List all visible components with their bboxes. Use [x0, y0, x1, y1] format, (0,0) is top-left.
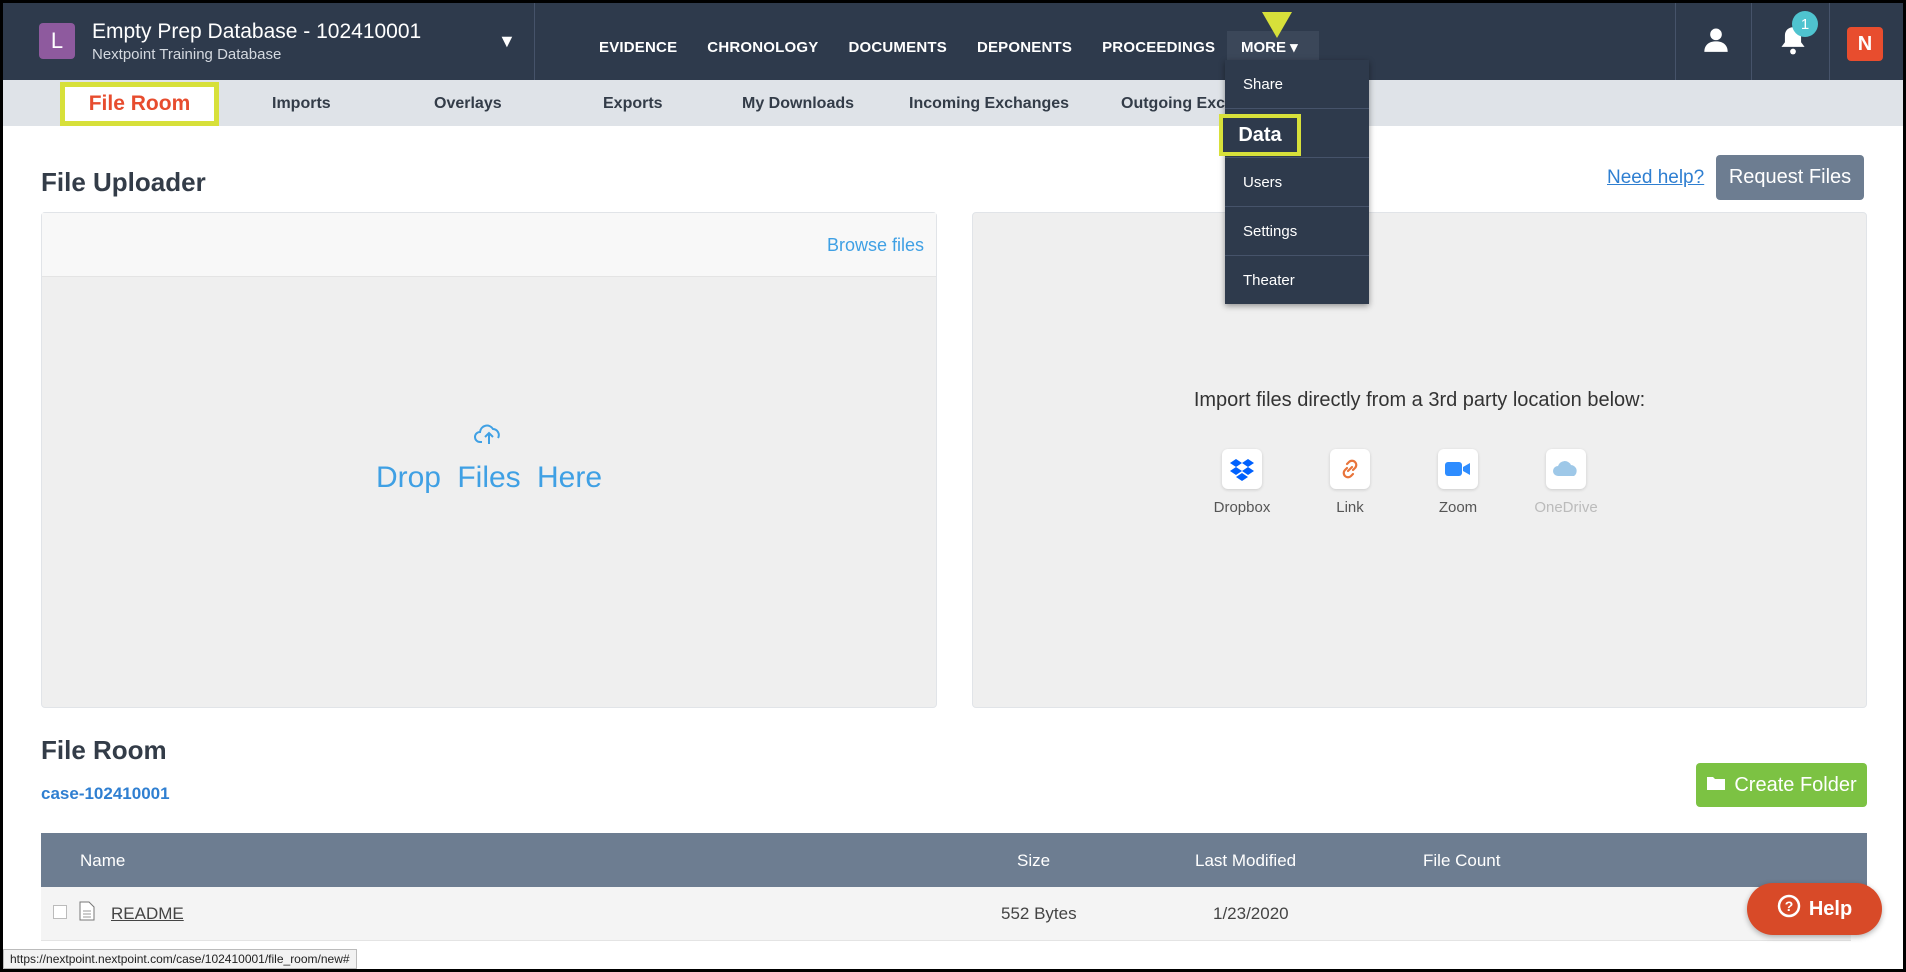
help-button[interactable]: ? Help: [1747, 883, 1882, 935]
onedrive-icon: [1546, 449, 1586, 489]
nav-proceedings[interactable]: PROCEEDINGS: [1102, 39, 1215, 56]
nextpoint-logo-icon[interactable]: N: [1847, 27, 1883, 61]
status-bar-url: https://nextpoint.nextpoint.com/case/102…: [3, 949, 357, 969]
question-circle-icon: ?: [1777, 894, 1801, 924]
dropbox-icon: [1222, 449, 1262, 489]
tab-my-downloads[interactable]: My Downloads: [742, 95, 854, 113]
column-header-file-count[interactable]: File Count: [1423, 851, 1500, 871]
menu-item-users[interactable]: Users: [1225, 158, 1369, 207]
tab-outgoing-exchanges[interactable]: Outgoing Exch: [1121, 95, 1235, 113]
file-document-icon: [79, 901, 95, 926]
column-header-size[interactable]: Size: [1017, 851, 1050, 871]
svg-text:?: ?: [1785, 898, 1794, 914]
source-zoom[interactable]: Zoom: [1413, 449, 1503, 516]
sub-nav: File Room Imports Overlays Exports My Do…: [3, 80, 1903, 126]
link-icon: [1330, 449, 1370, 489]
nav-divider: [1751, 3, 1752, 80]
file-name-link[interactable]: README: [111, 904, 184, 924]
drop-zone[interactable]: Browse files Drop Files Here: [41, 212, 937, 708]
source-onedrive[interactable]: OneDrive: [1521, 449, 1611, 516]
create-folder-label: Create Folder: [1734, 773, 1857, 796]
app-window: L Empty Prep Database - 102410001 Nextpo…: [3, 3, 1903, 969]
drop-files-text: Drop Files Here: [375, 461, 603, 494]
tab-imports[interactable]: Imports: [272, 95, 331, 113]
import-instructions: Import files directly from a 3rd party l…: [1193, 389, 1646, 411]
menu-item-settings[interactable]: Settings: [1225, 207, 1369, 256]
drop-zone-header: Browse files: [42, 213, 936, 277]
tab-incoming-exchanges[interactable]: Incoming Exchanges: [909, 95, 1069, 113]
tab-file-room[interactable]: File Room: [60, 82, 219, 126]
database-subtitle: Nextpoint Training Database: [92, 46, 282, 63]
column-header-name[interactable]: Name: [80, 851, 125, 871]
nav-deponents[interactable]: DEPONENTS: [977, 39, 1072, 56]
tab-exports[interactable]: Exports: [603, 95, 663, 113]
database-title[interactable]: Empty Prep Database - 102410001: [92, 20, 421, 44]
file-last-modified: 1/23/2020: [1213, 904, 1289, 923]
create-folder-button[interactable]: Create Folder: [1696, 763, 1867, 807]
main-nav: EVIDENCE CHRONOLOGY DOCUMENTS DEPONENTS …: [599, 39, 1245, 56]
browse-files-link[interactable]: Browse files: [827, 235, 924, 256]
breadcrumb-case-link[interactable]: case-102410001: [41, 784, 170, 804]
folder-icon: [1706, 774, 1726, 797]
menu-item-data[interactable]: Data: [1219, 114, 1301, 156]
source-label: OneDrive: [1534, 499, 1598, 516]
file-size: 552 Bytes: [1001, 904, 1077, 923]
database-avatar[interactable]: L: [39, 23, 75, 59]
third-party-import-panel: Import files directly from a 3rd party l…: [972, 212, 1867, 708]
table-row[interactable]: README 552 Bytes 1/23/2020: [41, 887, 1851, 941]
menu-item-share[interactable]: Share: [1225, 60, 1369, 109]
zoom-icon: [1438, 449, 1478, 489]
nav-documents[interactable]: DOCUMENTS: [848, 39, 946, 56]
cloud-upload-icon: [474, 422, 504, 451]
more-dropdown-menu: Share Users Settings Theater Data: [1219, 60, 1369, 305]
user-icon[interactable]: [1702, 25, 1730, 58]
nav-divider: [534, 3, 535, 80]
column-header-last-modified[interactable]: Last Modified: [1195, 851, 1296, 871]
top-nav: L Empty Prep Database - 102410001 Nextpo…: [3, 3, 1903, 80]
source-label: Link: [1336, 499, 1364, 516]
help-label: Help: [1808, 897, 1853, 920]
database-switch-caret-icon[interactable]: ▼: [498, 31, 516, 52]
highlight-pointer-arrow: [1262, 12, 1292, 38]
tab-overlays[interactable]: Overlays: [434, 95, 502, 113]
menu-item-theater[interactable]: Theater: [1225, 256, 1369, 305]
file-uploader-title: File Uploader: [41, 167, 206, 197]
nav-divider: [1675, 3, 1676, 80]
source-label: Dropbox: [1213, 499, 1271, 516]
notification-count-badge: 1: [1792, 11, 1818, 37]
row-checkbox[interactable]: [53, 905, 67, 919]
source-label: Zoom: [1438, 499, 1478, 516]
request-files-button[interactable]: Request Files: [1716, 155, 1864, 200]
file-table-header: Name Size Last Modified File Count: [41, 833, 1867, 887]
file-room-title: File Room: [41, 735, 167, 765]
nav-divider: [1829, 3, 1830, 80]
nav-evidence[interactable]: EVIDENCE: [599, 39, 677, 56]
source-dropbox[interactable]: Dropbox: [1197, 449, 1287, 516]
source-link[interactable]: Link: [1305, 449, 1395, 516]
nav-chronology[interactable]: CHRONOLOGY: [707, 39, 818, 56]
need-help-link[interactable]: Need help?: [1607, 167, 1704, 189]
